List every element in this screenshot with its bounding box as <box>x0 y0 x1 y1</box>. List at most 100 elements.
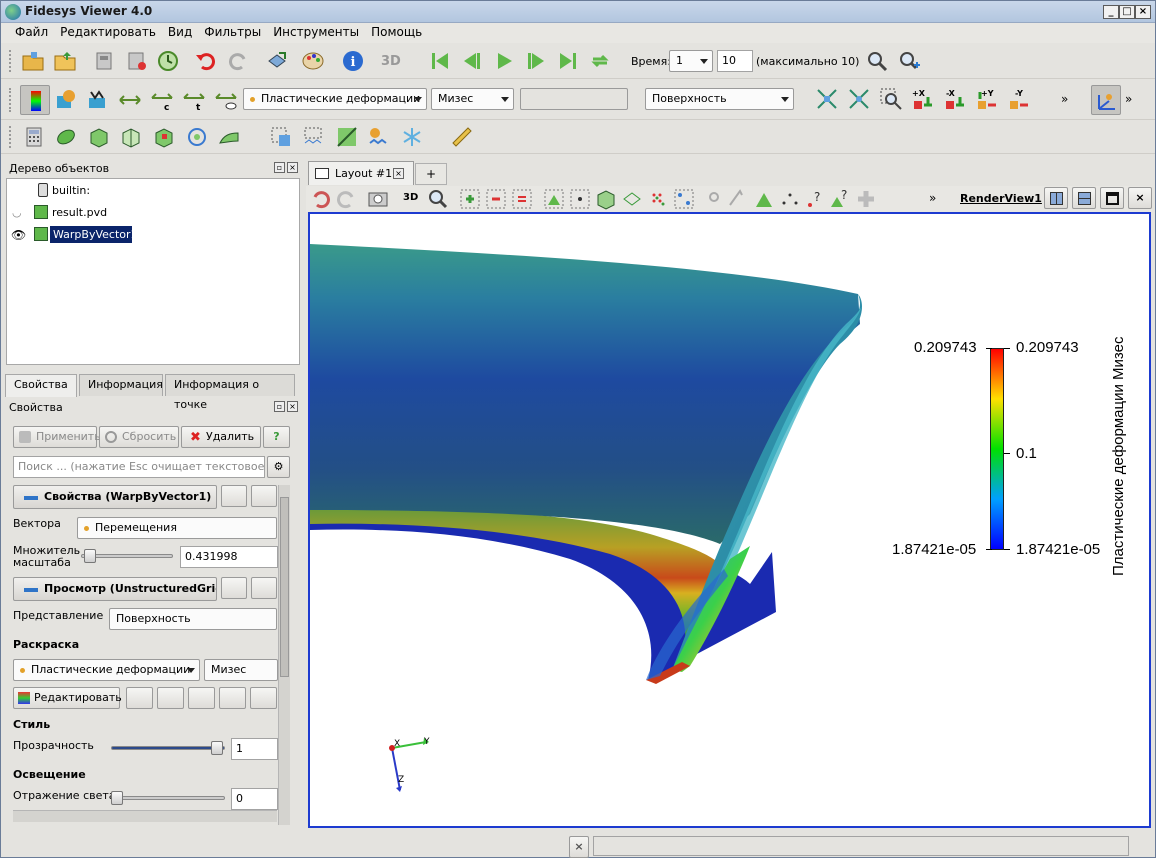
tree-item-warp[interactable]: WarpByVector1 <box>53 228 138 241</box>
next-frame-icon[interactable] <box>524 49 548 73</box>
toggle-3d-button[interactable]: 3D <box>403 192 418 203</box>
help-button[interactable]: ? <box>263 426 290 448</box>
properties-hscrollbar[interactable] <box>13 810 277 822</box>
previous-frame-icon[interactable] <box>460 49 484 73</box>
minimize-button[interactable]: _ <box>1103 5 1119 19</box>
select-points-icon[interactable] <box>302 125 326 149</box>
ruler-icon[interactable] <box>450 125 474 149</box>
select-toggle-icon[interactable] <box>510 187 532 209</box>
close-view-button[interactable]: × <box>1128 187 1152 209</box>
edit-colormap-icon[interactable] <box>54 88 78 112</box>
clip-icon[interactable] <box>87 125 111 149</box>
search-input[interactable]: Поиск ... (нажатие Esc очищает текстовое… <box>13 456 265 478</box>
first-frame-icon[interactable] <box>428 49 452 73</box>
status-close-button[interactable]: × <box>569 836 589 858</box>
play-icon[interactable] <box>492 49 516 73</box>
view-minus-x-icon[interactable]: -X <box>943 87 967 111</box>
specular-slider[interactable] <box>111 796 225 800</box>
histogram-icon[interactable] <box>367 125 391 149</box>
time-step-spinbox[interactable]: 10 <box>717 50 753 72</box>
tree-item-builtin[interactable]: builtin: <box>52 184 90 197</box>
view-3d-toggle[interactable]: 3D <box>381 54 401 69</box>
rescale-temporal-button[interactable] <box>219 687 246 709</box>
copy-props-icon[interactable] <box>221 485 247 507</box>
tab-point-info[interactable]: Информация о точке <box>165 374 295 411</box>
eye-hidden-icon[interactable]: ◡ <box>12 206 22 219</box>
zoom-add-icon[interactable] <box>897 49 921 73</box>
paste-view-icon[interactable] <box>251 577 277 599</box>
query-icon[interactable]: ? <box>804 187 826 209</box>
specular-slider-handle[interactable] <box>111 791 123 805</box>
recent-icon[interactable] <box>156 49 180 73</box>
scale-input[interactable]: 0.431998 <box>180 546 278 568</box>
render-view-label[interactable]: RenderView1 <box>960 192 1042 205</box>
settings-gear-icon[interactable]: ⚙ <box>267 456 290 478</box>
close-panel-icon[interactable]: × <box>287 162 298 173</box>
maximize-button[interactable]: □ <box>1119 5 1135 19</box>
open-folder-icon[interactable] <box>53 49 77 73</box>
add-layout-button[interactable]: + <box>415 163 447 185</box>
select-add-icon[interactable] <box>458 187 480 209</box>
hover-cells-icon[interactable] <box>752 187 774 209</box>
properties-scrollbar[interactable] <box>278 485 290 825</box>
select-block-icon[interactable] <box>646 187 668 209</box>
time-select[interactable]: 1 <box>669 50 713 72</box>
menu-edit[interactable]: Редактировать <box>54 23 162 41</box>
opacity-input[interactable]: 1 <box>231 738 278 760</box>
select-cells-icon[interactable] <box>269 125 293 149</box>
representation-prop-select[interactable]: Поверхность <box>109 608 277 630</box>
split-horizontal-button[interactable] <box>1044 187 1068 209</box>
tree-item-result[interactable]: result.pvd <box>52 206 107 219</box>
plot-over-line-icon[interactable] <box>335 125 359 149</box>
info-icon[interactable]: i <box>341 49 365 73</box>
zoom-closest-icon[interactable] <box>847 87 871 111</box>
menu-file[interactable]: Файл <box>9 23 54 41</box>
interactive-select-icon[interactable] <box>704 187 726 209</box>
zoom-box-icon[interactable] <box>879 87 903 111</box>
vectors-select[interactable]: Перемещения <box>77 517 277 539</box>
threshold-icon[interactable] <box>152 125 176 149</box>
zoom-to-data-icon[interactable] <box>865 49 889 73</box>
select-frustum-points-icon[interactable] <box>620 187 642 209</box>
color-component-select[interactable]: Мизес <box>431 88 514 110</box>
tab-information[interactable]: Информация <box>79 374 163 396</box>
view-toolbar-overflow-icon[interactable]: » <box>929 191 936 205</box>
close-window-button[interactable]: × <box>1135 5 1151 19</box>
close-layout-icon[interactable]: × <box>393 168 404 179</box>
coloring-component-select[interactable]: Мизес <box>204 659 278 681</box>
palette-icon[interactable] <box>301 49 325 73</box>
reset-button[interactable]: Сбросить <box>99 426 179 448</box>
render-view[interactable]: 0.209743 0.209743 0.1 1.87421e-05 1.8742… <box>308 212 1151 828</box>
reset-camera-icon[interactable] <box>265 49 289 73</box>
favorite-colormap-button[interactable] <box>250 687 277 709</box>
select-surface-points-icon[interactable] <box>568 187 590 209</box>
screenshot-icon[interactable] <box>366 187 388 209</box>
edit-colormap-button[interactable]: Редактировать <box>13 687 122 709</box>
toolbar-overflow-2-icon[interactable]: » <box>1125 92 1132 106</box>
apply-button[interactable]: Применить <box>13 426 101 448</box>
select-subtract-icon[interactable] <box>484 187 506 209</box>
color-field-select[interactable]: Пластические деформации <box>243 88 427 110</box>
reset-camera-fit-icon[interactable] <box>815 87 839 111</box>
loop-icon[interactable] <box>588 49 612 73</box>
copy-view-icon[interactable] <box>221 577 247 599</box>
points-icon[interactable] <box>778 187 800 209</box>
undo-icon[interactable] <box>194 49 218 73</box>
disconnect-icon[interactable] <box>125 49 149 73</box>
specular-input[interactable]: 0 <box>231 788 278 810</box>
section-properties[interactable]: Свойства (WarpByVector1) <box>13 485 217 509</box>
select-polygon-icon[interactable] <box>672 187 694 209</box>
view-plus-y-icon[interactable]: +Y <box>975 87 999 111</box>
menu-tools[interactable]: Инструменты <box>267 23 365 41</box>
view-zoom-icon[interactable] <box>426 187 448 209</box>
menu-filters[interactable]: Фильтры <box>198 23 267 41</box>
split-vertical-button[interactable] <box>1072 187 1096 209</box>
menu-help[interactable]: Помощь <box>365 23 428 41</box>
paste-props-icon[interactable] <box>251 485 277 507</box>
eye-visible-icon[interactable]: 👁 <box>11 228 26 242</box>
select-surface-cells-icon[interactable] <box>542 187 564 209</box>
glyph-icon[interactable] <box>217 125 241 149</box>
capture-icon[interactable] <box>309 187 331 209</box>
select-frustum-cells-icon[interactable] <box>594 187 616 210</box>
redo-icon[interactable] <box>226 49 250 73</box>
